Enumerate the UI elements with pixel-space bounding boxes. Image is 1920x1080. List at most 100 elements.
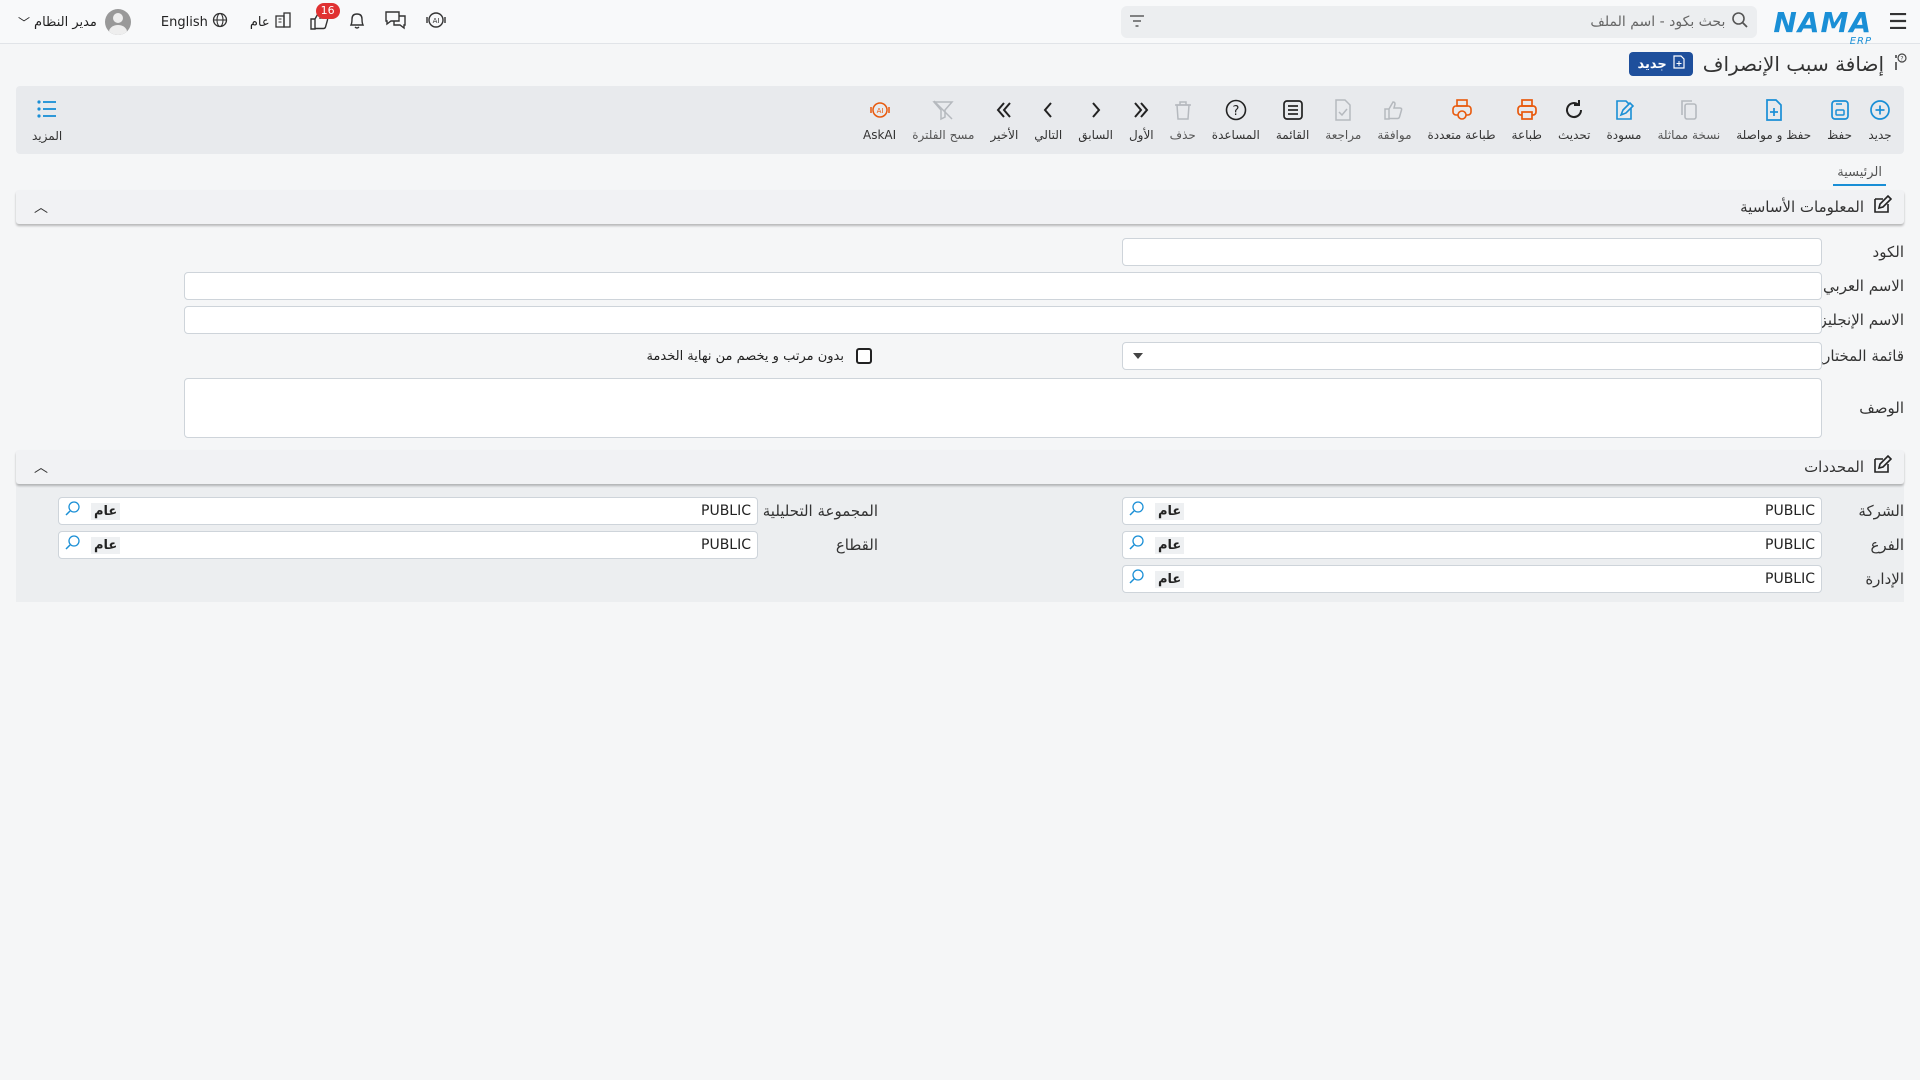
language-switch[interactable]: English (153, 0, 236, 44)
info-icon[interactable]: ? (1888, 52, 1908, 77)
code-label: الكود (1872, 243, 1904, 261)
department-lookup[interactable]: PUBLIC عام (1122, 565, 1822, 593)
notifications-badge: 16 (315, 3, 340, 19)
page-header: ? إضافة سبب الإنصراف جديد (0, 44, 1920, 84)
user-menu[interactable]: ﹀ مدير النظام (10, 0, 139, 44)
more-button[interactable]: المزيد (32, 86, 62, 154)
dimensions-header[interactable]: المحددات ︿ (16, 450, 1904, 484)
status-badge: جديد (1629, 52, 1693, 76)
branch-value: PUBLIC (1765, 537, 1815, 553)
options-list-select[interactable] (1122, 342, 1822, 370)
global-search (1121, 6, 1758, 38)
next-record-button[interactable]: التالي (1026, 86, 1070, 154)
sector-label: القطاع (835, 536, 878, 554)
lookup-search-icon[interactable] (1129, 500, 1145, 520)
lookup-search-icon[interactable] (1129, 568, 1145, 588)
building-icon (274, 11, 292, 33)
approve-button[interactable]: موافقة (1369, 86, 1419, 154)
new-button-label: جديد (1868, 128, 1892, 142)
multi-print-label: طباعة متعددة (1427, 128, 1496, 142)
approvals-button[interactable]: 16 (300, 0, 340, 44)
language-label: English (160, 14, 208, 30)
chevron-up-icon[interactable]: ︿ (34, 457, 48, 477)
notifications-button[interactable] (338, 0, 376, 44)
company-row: الشركة PUBLIC عام المجموعة التحليلية PUB… (58, 497, 1904, 525)
top-bar: ☰ NAMAERP ﹀ مدير النظام English عام (0, 0, 1920, 47)
save-button[interactable]: حفظ (1819, 86, 1860, 154)
copy-icon (1677, 98, 1701, 126)
svg-text:AI: AI (876, 107, 883, 115)
branch-name: عام (1155, 536, 1185, 554)
duplicate-label: نسخة مماثلة (1657, 128, 1721, 142)
delete-button[interactable]: حذف (1162, 86, 1204, 154)
filter-icon[interactable] (1129, 13, 1145, 32)
lookup-search-icon[interactable] (65, 534, 81, 554)
globe-icon (212, 12, 228, 32)
clear-filter-label: مسح الفلترة (912, 128, 975, 142)
top-bar-right: ☰ NAMA ERP (1121, 0, 1920, 47)
options-list-label: قائمة المختارين (1807, 347, 1904, 365)
scope-selector[interactable]: عام (242, 0, 300, 44)
chat-icon (384, 9, 408, 36)
clear-filter-button[interactable]: مسح الفلترة (904, 86, 982, 154)
action-toolbar: جديد حفظ حفظ و مواصلة نسخة مماثلة مسودة … (16, 86, 1904, 154)
description-label: الوصف (1859, 399, 1904, 417)
sector-lookup[interactable]: PUBLIC عام (58, 531, 758, 559)
search-icon[interactable] (1731, 11, 1749, 34)
help-icon: ? (1224, 98, 1248, 126)
edit-icon (1872, 454, 1893, 480)
draft-label: مسودة (1606, 128, 1642, 142)
app-logo[interactable]: NAMA ERP (1757, 0, 1872, 47)
approve-label: موافقة (1377, 128, 1412, 142)
next-label: التالي (1034, 128, 1063, 142)
last-icon (992, 98, 1016, 126)
hamburger-menu-icon[interactable]: ☰ (1876, 0, 1920, 44)
branch-lookup[interactable]: PUBLIC عام (1122, 531, 1822, 559)
duplicate-button[interactable]: نسخة مماثلة (1649, 86, 1728, 154)
basic-info-header[interactable]: المعلومات الأساسية ︿ (16, 190, 1904, 224)
review-button[interactable]: مراجعة (1317, 86, 1369, 154)
last-record-button[interactable]: الأخير (982, 86, 1026, 154)
avatar (104, 9, 131, 35)
save-and-continue-label: حفظ و مواصلة (1736, 128, 1812, 142)
first-record-button[interactable]: الأول (1121, 86, 1162, 154)
lookup-search-icon[interactable] (65, 500, 81, 520)
help-button[interactable]: ? المساعدة (1204, 86, 1268, 154)
previous-record-button[interactable]: السابق (1070, 86, 1121, 154)
print-button[interactable]: طباعة (1504, 86, 1550, 154)
ai-assistant-button[interactable]: AI (416, 0, 456, 44)
chevron-up-icon[interactable]: ︿ (34, 197, 48, 217)
messages-button[interactable] (376, 0, 416, 44)
analysis-group-lookup[interactable]: PUBLIC عام (58, 497, 758, 525)
code-input[interactable] (1122, 238, 1822, 266)
lookup-search-icon[interactable] (1129, 534, 1145, 554)
delete-label: حذف (1169, 128, 1196, 142)
askai-button[interactable]: AI AskAI (855, 86, 904, 154)
tab-main[interactable]: الرئيسية (1833, 165, 1886, 186)
dimensions-title: المحددات (1804, 458, 1864, 476)
scope-label: عام (249, 14, 270, 30)
multi-print-button[interactable]: طباعة متعددة (1420, 86, 1504, 154)
company-lookup[interactable]: PUBLIC عام (1122, 497, 1822, 525)
no-salary-checkbox[interactable] (856, 348, 872, 364)
draft-button[interactable]: مسودة (1598, 86, 1649, 154)
user-name: مدير النظام (34, 14, 97, 30)
save-icon (1828, 98, 1852, 126)
more-label: المزيد (32, 129, 63, 143)
search-input[interactable] (1145, 14, 1726, 30)
new-button[interactable]: جديد (1860, 86, 1900, 154)
arabic-name-input[interactable] (184, 272, 1822, 300)
no-salary-checkbox-wrap[interactable]: بدون مرتب و يخصم من نهاية الخدمة (646, 348, 872, 364)
list-button[interactable]: القائمة (1268, 86, 1317, 154)
ai-icon: AI (867, 98, 893, 126)
svg-text:?: ? (1232, 104, 1239, 119)
list-label: القائمة (1275, 128, 1310, 142)
branch-row: الفرع PUBLIC عام القطاع PUBLIC عام (58, 531, 1904, 559)
refresh-button[interactable]: تحديث (1550, 86, 1599, 154)
save-and-continue-button[interactable]: حفظ و مواصلة (1728, 86, 1819, 154)
english-name-input[interactable] (184, 306, 1822, 334)
department-name: عام (1155, 570, 1185, 588)
description-textarea[interactable] (184, 378, 1822, 438)
save-button-label: حفظ (1827, 128, 1852, 142)
new-file-icon (1673, 55, 1685, 73)
